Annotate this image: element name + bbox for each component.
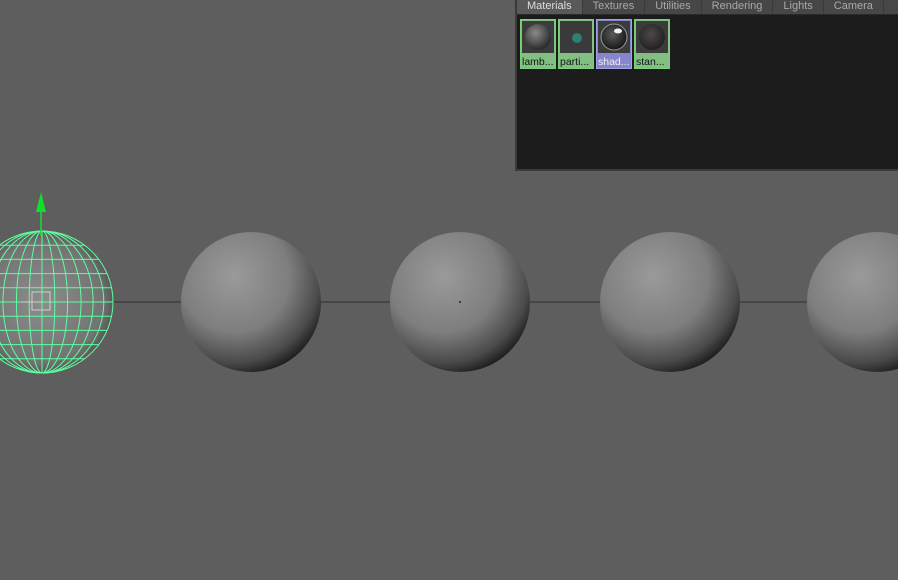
hypershade-panel: Materials Textures Utilities Rendering L… [515, 0, 898, 171]
swatch-label: parti... [560, 56, 590, 68]
swatch-label: stan... [636, 56, 665, 68]
material-swatch-shader[interactable]: shad... [596, 19, 632, 69]
tab-utilities[interactable]: Utilities [645, 0, 702, 14]
shader-glossy-sphere-icon [598, 21, 630, 53]
material-swatch-list: lamb... parti... shad... stan... [520, 19, 670, 69]
sphere-3[interactable] [390, 232, 530, 372]
material-swatch-particle[interactable]: parti... [558, 19, 594, 69]
lambert-sphere-icon [522, 21, 554, 53]
tab-cameras[interactable]: Camera [824, 0, 884, 14]
hypershade-tab-bar: Materials Textures Utilities Rendering L… [517, 0, 898, 15]
particle-checker-icon [560, 21, 592, 53]
tab-rendering[interactable]: Rendering [702, 0, 774, 14]
tab-textures[interactable]: Textures [583, 0, 646, 14]
standard-dark-sphere-icon [636, 21, 668, 53]
swatch-label: lamb... [522, 56, 554, 68]
sphere-4[interactable] [600, 232, 740, 372]
sphere-2[interactable] [181, 232, 321, 372]
tab-materials[interactable]: Materials [517, 0, 583, 14]
swatch-label: shad... [598, 56, 630, 68]
sphere-5[interactable] [807, 232, 898, 372]
material-swatch-lambert[interactable]: lamb... [520, 19, 556, 69]
move-manipulator-y-icon[interactable] [36, 192, 46, 236]
tab-lights[interactable]: Lights [773, 0, 824, 14]
sphere-1-selected[interactable] [0, 230, 114, 374]
material-swatch-standard[interactable]: stan... [634, 19, 670, 69]
